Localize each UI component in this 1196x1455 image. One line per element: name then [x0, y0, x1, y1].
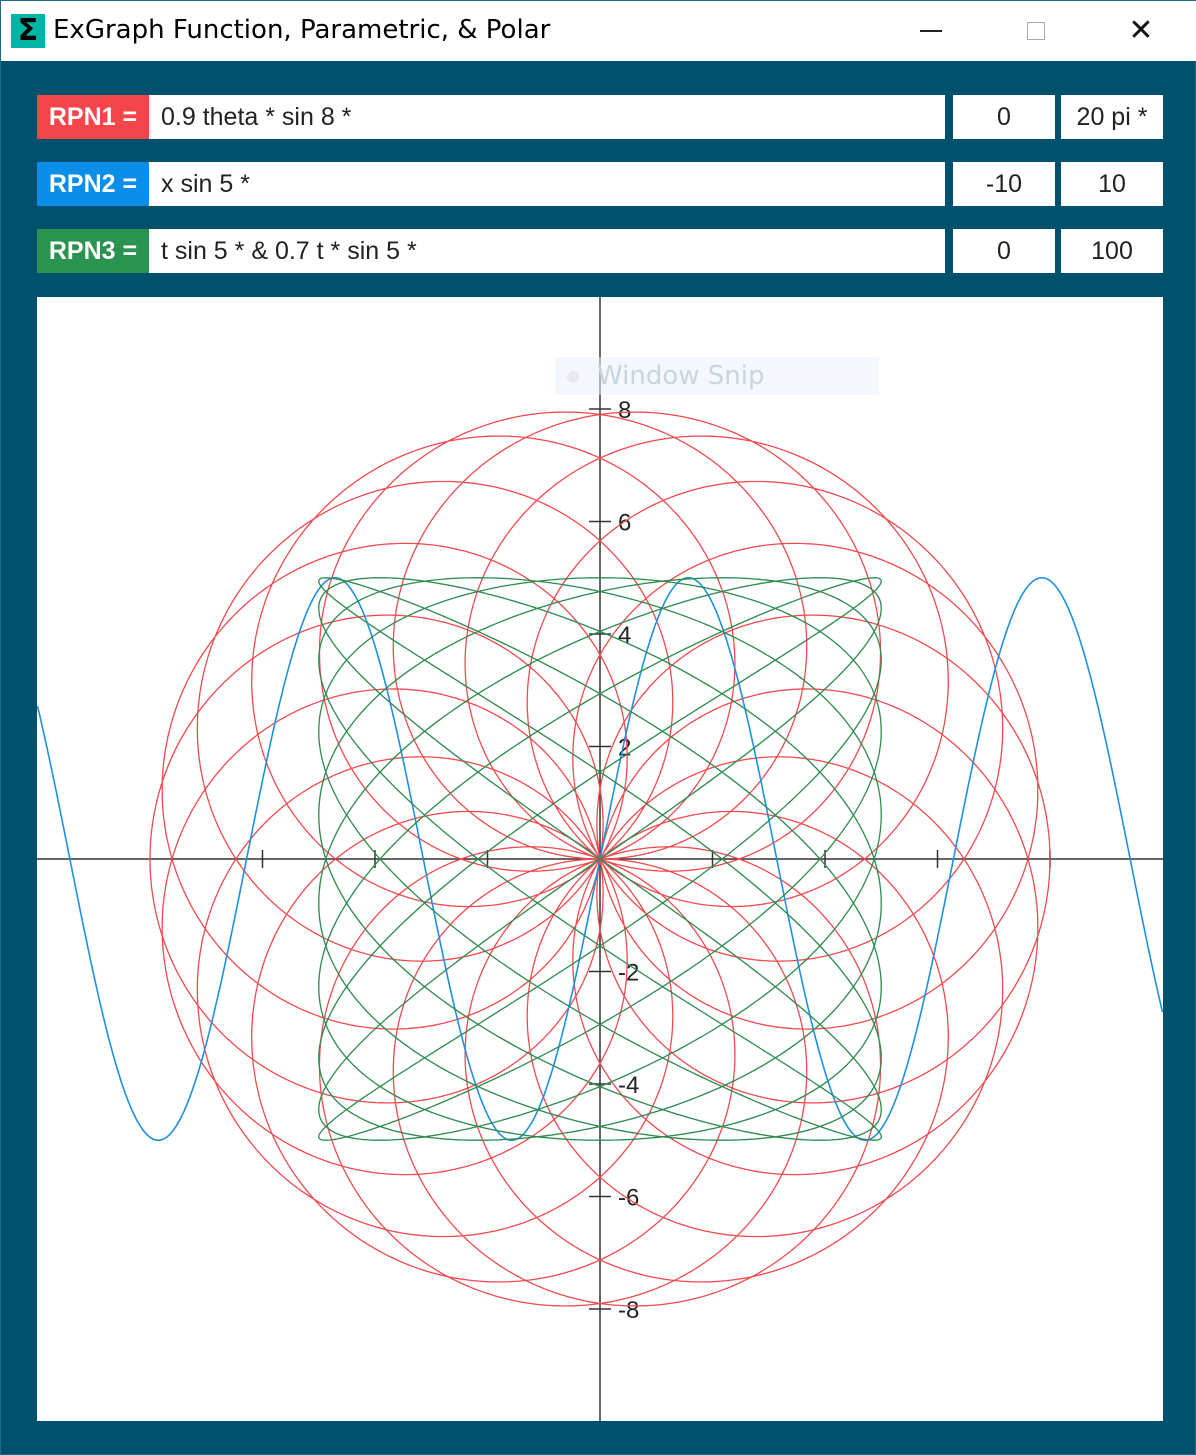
rpn1-min-input[interactable]: 0 — [953, 95, 1055, 139]
rpn3-expression-input[interactable]: t sin 5 * & 0.7 t * sin 5 * — [149, 229, 945, 273]
equation-row-2: RPN2 = x sin 5 * -10 10 — [37, 162, 1163, 206]
equation-row-1: RPN1 = 0.9 theta * sin 8 * 0 20 pi * — [37, 95, 1163, 139]
window-snip-label: Window Snip — [597, 361, 765, 391]
graph-canvas[interactable]: 8 6 4 2 -2 -4 -6 -8 Window Snip — [37, 297, 1163, 1421]
minimize-button[interactable] — [881, 1, 981, 61]
graph-svg: 8642-2-4-6-8 — [37, 297, 1163, 1421]
rpn3-min-input[interactable]: 0 — [953, 229, 1055, 273]
close-icon: ✕ — [1128, 13, 1154, 48]
app-window: Σ ExGraph Function, Parametric, & Polar … — [0, 0, 1196, 1455]
rpn3-label: RPN3 = — [37, 229, 149, 273]
rpn1-label: RPN1 = — [37, 95, 149, 139]
window-title: ExGraph Function, Parametric, & Polar — [53, 15, 551, 45]
y-tick-label: 6 — [618, 510, 631, 537]
y-tick-label: -8 — [618, 1297, 639, 1324]
rpn1-max-input[interactable]: 20 pi * — [1061, 95, 1163, 139]
window-snip-overlay: Window Snip — [555, 357, 879, 395]
close-button[interactable]: ✕ — [1091, 1, 1191, 61]
rpn1-expression-input[interactable]: 0.9 theta * sin 8 * — [149, 95, 945, 139]
rpn3-max-input[interactable]: 100 — [1061, 229, 1163, 273]
rpn2-min-input[interactable]: -10 — [953, 162, 1055, 206]
rpn2-label: RPN2 = — [37, 162, 149, 206]
equation-row-3: RPN3 = t sin 5 * & 0.7 t * sin 5 * 0 100 — [37, 229, 1163, 273]
title-bar: Σ ExGraph Function, Parametric, & Polar … — [1, 1, 1196, 61]
y-tick-label: -6 — [618, 1185, 639, 1212]
minimize-icon — [920, 30, 942, 32]
rpn2-expression-input[interactable]: x sin 5 * — [149, 162, 945, 206]
maximize-button[interactable] — [986, 1, 1086, 61]
rpn2-max-input[interactable]: 10 — [1061, 162, 1163, 206]
y-tick-label: -2 — [618, 960, 639, 987]
maximize-icon — [1027, 22, 1045, 40]
sigma-icon: Σ — [11, 14, 45, 48]
snip-dot-icon — [567, 370, 579, 383]
